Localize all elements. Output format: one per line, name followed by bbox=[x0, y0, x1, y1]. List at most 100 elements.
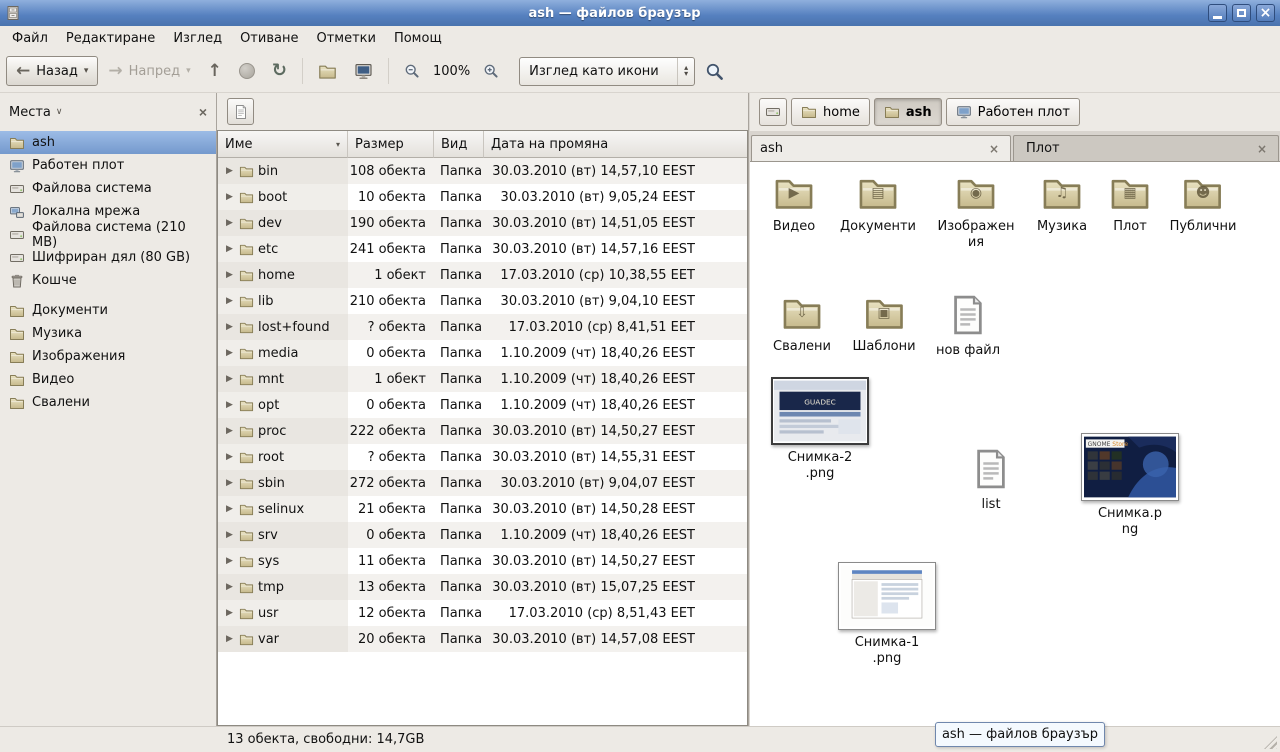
zoom-in-button[interactable] bbox=[476, 56, 506, 86]
column-header-Размер[interactable]: Размер bbox=[348, 131, 434, 158]
pane-location-button[interactable] bbox=[227, 98, 254, 125]
sidebar-item-Музика[interactable]: Музика bbox=[0, 322, 216, 345]
file-icon-Плот[interactable]: ▦ Плот bbox=[1104, 172, 1156, 235]
tab-ash[interactable]: ash × bbox=[751, 135, 1011, 161]
sidebar-close-button[interactable]: × bbox=[199, 105, 207, 119]
tab-close-icon[interactable]: × bbox=[986, 141, 1002, 157]
expander-icon[interactable]: ▶ bbox=[224, 634, 235, 644]
file-row[interactable]: ▶ proc 222 обекта Папка 30.03.2010 (вт) … bbox=[218, 418, 747, 444]
up-button[interactable]: ↑ bbox=[201, 56, 229, 86]
computer-button[interactable] bbox=[347, 56, 380, 86]
expander-icon[interactable]: ▶ bbox=[224, 192, 235, 202]
path-button-ash[interactable]: ash bbox=[874, 98, 942, 126]
file-row[interactable]: ▶ sbin 272 обекта Папка 30.03.2010 (вт) … bbox=[218, 470, 747, 496]
file-icon-нов файл[interactable]: нов файл bbox=[936, 292, 1000, 359]
view-mode-select[interactable]: Изглед като икони ▴▾ bbox=[519, 57, 695, 86]
expander-icon[interactable]: ▶ bbox=[224, 478, 235, 488]
stop-button[interactable] bbox=[232, 56, 262, 86]
menu-Редактиране[interactable]: Редактиране bbox=[57, 28, 164, 49]
zoom-out-button[interactable] bbox=[397, 56, 427, 86]
file-row[interactable]: ▶ tmp 13 обекта Папка 30.03.2010 (вт) 15… bbox=[218, 574, 747, 600]
sidebar-item-Изображения[interactable]: Изображения bbox=[0, 345, 216, 368]
sidebar-dropdown-icon[interactable]: ∨ bbox=[56, 107, 63, 117]
file-row[interactable]: ▶ mnt 1 обект Папка 1.10.2009 (чт) 18,40… bbox=[218, 366, 747, 392]
reload-button[interactable]: ↻ bbox=[265, 56, 294, 86]
expander-icon[interactable]: ▶ bbox=[224, 426, 235, 436]
menu-Отиване[interactable]: Отиване bbox=[231, 28, 307, 49]
file-row[interactable]: ▶ lib 210 обекта Папка 30.03.2010 (вт) 9… bbox=[218, 288, 747, 314]
expander-icon[interactable]: ▶ bbox=[224, 452, 235, 462]
sidebar-item-Работен плот[interactable]: Работен плот bbox=[0, 154, 216, 177]
file-row[interactable]: ▶ bin 108 обекта Папка 30.03.2010 (вт) 1… bbox=[218, 158, 747, 184]
file-row[interactable]: ▶ etc 241 обекта Папка 30.03.2010 (вт) 1… bbox=[218, 236, 747, 262]
file-row[interactable]: ▶ usr 12 обекта Папка 17.03.2010 (ср) 8,… bbox=[218, 600, 747, 626]
file-row[interactable]: ▶ media 0 обекта Папка 1.10.2009 (чт) 18… bbox=[218, 340, 747, 366]
path-button-home[interactable]: home bbox=[791, 98, 870, 126]
path-button-Работен плот[interactable]: Работен плот bbox=[946, 98, 1080, 126]
path-button-root[interactable] bbox=[759, 98, 787, 126]
sidebar-item-Кошче[interactable]: Кошче bbox=[0, 269, 216, 292]
maximize-button[interactable] bbox=[1232, 4, 1251, 22]
menu-Файл[interactable]: Файл bbox=[3, 28, 57, 49]
expander-icon[interactable]: ▶ bbox=[224, 166, 235, 176]
file-row[interactable]: ▶ home 1 обект Папка 17.03.2010 (ср) 10,… bbox=[218, 262, 747, 288]
file-icon-Публични[interactable]: ☻ Публични bbox=[1170, 172, 1237, 235]
file-row[interactable]: ▶ dev 190 обекта Папка 30.03.2010 (вт) 1… bbox=[218, 210, 747, 236]
column-header-Име[interactable]: Име ▾ bbox=[218, 131, 348, 158]
expander-icon[interactable]: ▶ bbox=[224, 374, 235, 384]
icon-view[interactable]: ▶ Видео ▤ Документи ◉ Изображения ♫ Музи… bbox=[750, 162, 1280, 726]
sidebar-item-Шифриран дял (80 GB)[interactable]: Шифриран дял (80 GB) bbox=[0, 246, 216, 269]
column-header-Вид[interactable]: Вид bbox=[434, 131, 484, 158]
sidebar-item-ash[interactable]: ash bbox=[0, 131, 216, 154]
sidebar-item-Файлова система (210 MB)[interactable]: Файлова система (210 MB) bbox=[0, 223, 216, 246]
minimize-button[interactable] bbox=[1208, 4, 1227, 22]
file-icon-Изображения[interactable]: ◉ Изображения bbox=[937, 172, 1015, 250]
expander-icon[interactable]: ▶ bbox=[224, 348, 235, 358]
file-icon-Свалени[interactable]: ⇩ Свалени bbox=[773, 292, 831, 355]
expander-icon[interactable]: ▶ bbox=[224, 296, 235, 306]
file-icon-Шаблони[interactable]: ▣ Шаблони bbox=[852, 292, 915, 355]
expander-icon[interactable]: ▶ bbox=[224, 582, 235, 592]
expander-icon[interactable]: ▶ bbox=[224, 400, 235, 410]
menu-Отметки[interactable]: Отметки bbox=[307, 28, 384, 49]
file-row[interactable]: ▶ var 20 обекта Папка 30.03.2010 (вт) 14… bbox=[218, 626, 747, 652]
sidebar-item-Документи[interactable]: Документи bbox=[0, 299, 216, 322]
column-header-Дата на промяна[interactable]: Дата на промяна bbox=[484, 131, 747, 158]
file-icon-Видео[interactable]: ▶ Видео bbox=[768, 172, 820, 235]
file-row[interactable]: ▶ boot 10 обекта Папка 30.03.2010 (вт) 9… bbox=[218, 184, 747, 210]
tab-close-icon[interactable]: × bbox=[1254, 141, 1270, 157]
file-row[interactable]: ▶ selinux 21 обекта Папка 30.03.2010 (вт… bbox=[218, 496, 747, 522]
expander-icon[interactable]: ▶ bbox=[224, 244, 235, 254]
file-row[interactable]: ▶ srv 0 обекта Папка 1.10.2009 (чт) 18,4… bbox=[218, 522, 747, 548]
expander-icon[interactable]: ▶ bbox=[224, 270, 235, 280]
file-icon-Документи[interactable]: ▤ Документи bbox=[840, 172, 916, 235]
file-icon-Снимка-1.png[interactable]: Снимка-1.png bbox=[838, 562, 936, 666]
expander-icon[interactable]: ▶ bbox=[224, 530, 235, 540]
expander-icon[interactable]: ▶ bbox=[224, 556, 235, 566]
back-button[interactable]: ← Назад ▾ bbox=[6, 56, 98, 86]
file-row[interactable]: ▶ lost+found ? обекта Папка 17.03.2010 (… bbox=[218, 314, 747, 340]
file-icon-Снимка.png[interactable]: Снимка.png bbox=[1081, 433, 1179, 537]
expander-icon[interactable]: ▶ bbox=[224, 608, 235, 618]
sidebar-item-Видео[interactable]: Видео bbox=[0, 368, 216, 391]
sidebar-item-Свалени[interactable]: Свалени bbox=[0, 391, 216, 414]
expander-icon[interactable]: ▶ bbox=[224, 218, 235, 228]
tab-Плот[interactable]: Плот × bbox=[1013, 135, 1279, 161]
file-icon-Снимка-2.png[interactable]: Снимка-2.png bbox=[771, 377, 869, 481]
back-dropdown-icon[interactable]: ▾ bbox=[84, 66, 89, 76]
file-row[interactable]: ▶ root ? обекта Папка 30.03.2010 (вт) 14… bbox=[218, 444, 747, 470]
search-button[interactable] bbox=[698, 56, 731, 86]
file-icon-Музика[interactable]: ♫ Музика bbox=[1036, 172, 1088, 235]
titlebar[interactable]: ash — файлов браузър × bbox=[0, 0, 1280, 26]
file-row[interactable]: ▶ opt 0 обекта Папка 1.10.2009 (чт) 18,4… bbox=[218, 392, 747, 418]
expander-icon[interactable]: ▶ bbox=[224, 322, 235, 332]
forward-button[interactable]: → Напред ▾ bbox=[101, 56, 197, 86]
resize-grip-icon[interactable] bbox=[1264, 736, 1277, 749]
home-button[interactable] bbox=[311, 56, 344, 86]
menu-Изглед[interactable]: Изглед bbox=[164, 28, 231, 49]
file-icon-list[interactable]: list bbox=[969, 446, 1013, 513]
close-button[interactable]: × bbox=[1256, 4, 1275, 22]
expander-icon[interactable]: ▶ bbox=[224, 504, 235, 514]
sidebar-item-Файлова система[interactable]: Файлова система bbox=[0, 177, 216, 200]
file-row[interactable]: ▶ sys 11 обекта Папка 30.03.2010 (вт) 14… bbox=[218, 548, 747, 574]
